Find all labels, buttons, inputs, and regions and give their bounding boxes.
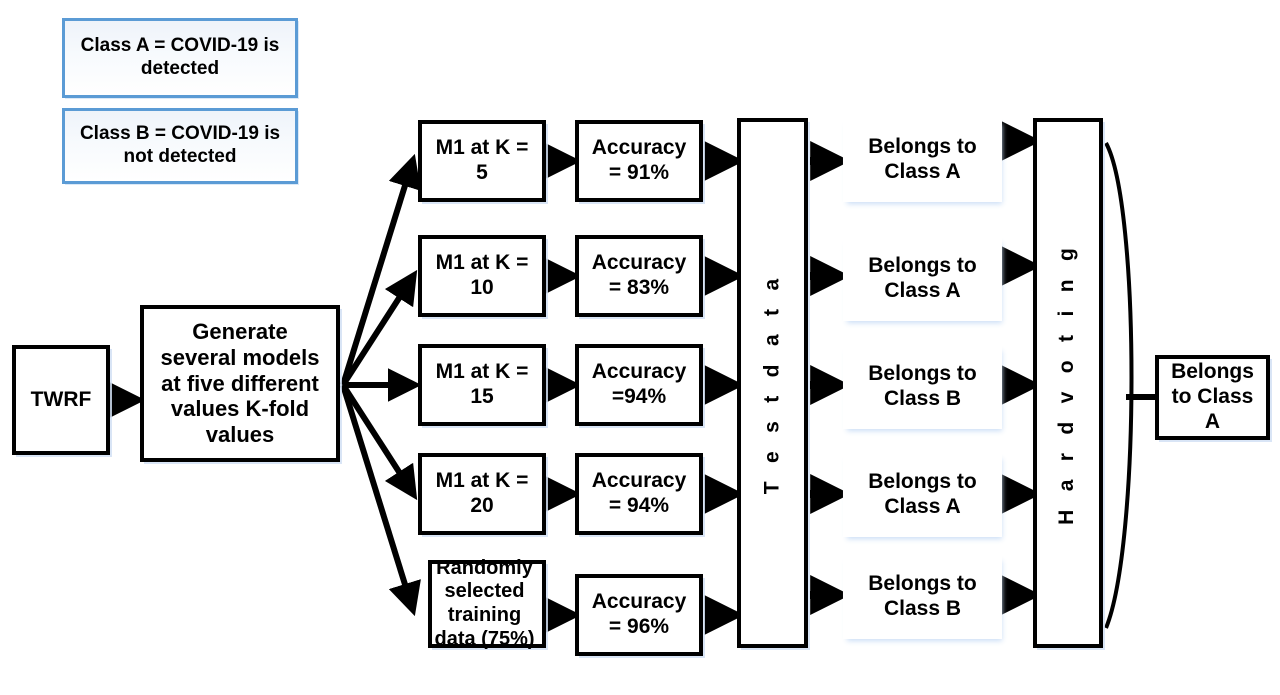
accuracy-box-4: Accuracy = 94% xyxy=(575,453,703,535)
model-box-2-label: M1 at K = 10 xyxy=(435,251,529,299)
input-box-label: TWRF xyxy=(30,387,92,411)
model-box-4: M1 at K = 20 xyxy=(418,453,546,535)
arrow-generator-to-model-2 xyxy=(340,269,418,387)
model-box-4-label: M1 at K = 20 xyxy=(435,469,529,517)
accuracy-box-3-label: Accuracy =94% xyxy=(591,360,687,408)
accuracy-box-2-label: Accuracy = 83% xyxy=(591,251,687,299)
legend-class-b: Class B = COVID-19 is not detected xyxy=(62,108,298,184)
accuracy-box-2: Accuracy = 83% xyxy=(575,235,703,317)
prediction-box-1-label: Belongs to Class A xyxy=(868,135,977,183)
legend-class-a: Class A = COVID-19 is detected xyxy=(62,18,298,98)
generator-box: Generate several models at five differen… xyxy=(140,305,340,462)
prediction-box-5-label: Belongs to Class B xyxy=(868,572,977,620)
accuracy-box-3: Accuracy =94% xyxy=(575,344,703,426)
prediction-box-2: Belongs to Class A xyxy=(843,237,1002,321)
arrow-generator-to-model-5 xyxy=(340,384,421,617)
prediction-box-1: Belongs to Class A xyxy=(843,118,1002,202)
prediction-box-4-label: Belongs to Class A xyxy=(868,470,977,518)
input-box-twrf: TWRF xyxy=(12,345,110,455)
arrow-generator-to-model-4 xyxy=(340,383,418,501)
hard-voting-label: H a r d v o t i n g xyxy=(1055,241,1079,525)
output-box-label: Belongs to Class A xyxy=(1171,360,1254,433)
test-data-box: T e s t d a t a xyxy=(737,118,808,648)
model-box-5-label: Randomly selected training data (75%) xyxy=(434,556,535,650)
model-box-3-label: M1 at K = 15 xyxy=(435,360,529,408)
model-box-3: M1 at K = 15 xyxy=(418,344,546,426)
model-box-2: M1 at K = 10 xyxy=(418,235,546,317)
arrow-generator-to-model-1 xyxy=(340,153,421,386)
test-data-label: T e s t d a t a xyxy=(760,272,784,494)
prediction-box-2-label: Belongs to Class A xyxy=(868,254,977,302)
legend-class-a-text: Class A = COVID-19 is detected xyxy=(80,35,280,79)
prediction-box-4: Belongs to Class A xyxy=(843,453,1002,537)
hard-voting-box: H a r d v o t i n g xyxy=(1033,118,1103,648)
model-box-1-label: M1 at K = 5 xyxy=(435,136,529,184)
voting-brace xyxy=(1104,142,1134,629)
accuracy-box-1: Accuracy = 91% xyxy=(575,120,703,202)
model-box-1: M1 at K = 5 xyxy=(418,120,546,202)
prediction-box-3: Belongs to Class B xyxy=(843,345,1002,429)
accuracy-box-1-label: Accuracy = 91% xyxy=(591,136,687,184)
prediction-box-5: Belongs to Class B xyxy=(843,555,1002,639)
generator-box-label: Generate several models at five differen… xyxy=(160,318,320,448)
accuracy-box-5-label: Accuracy = 96% xyxy=(591,590,687,638)
model-box-5: Randomly selected training data (75%) xyxy=(428,556,546,650)
prediction-box-3-label: Belongs to Class B xyxy=(868,362,977,410)
diagram-canvas: Class A = COVID-19 is detected Class B =… xyxy=(0,0,1280,695)
accuracy-box-5: Accuracy = 96% xyxy=(575,574,703,656)
legend-class-b-text: Class B = COVID-19 is not detected xyxy=(79,123,281,167)
output-box: Belongs to Class A xyxy=(1155,355,1270,440)
accuracy-box-4-label: Accuracy = 94% xyxy=(591,469,687,517)
